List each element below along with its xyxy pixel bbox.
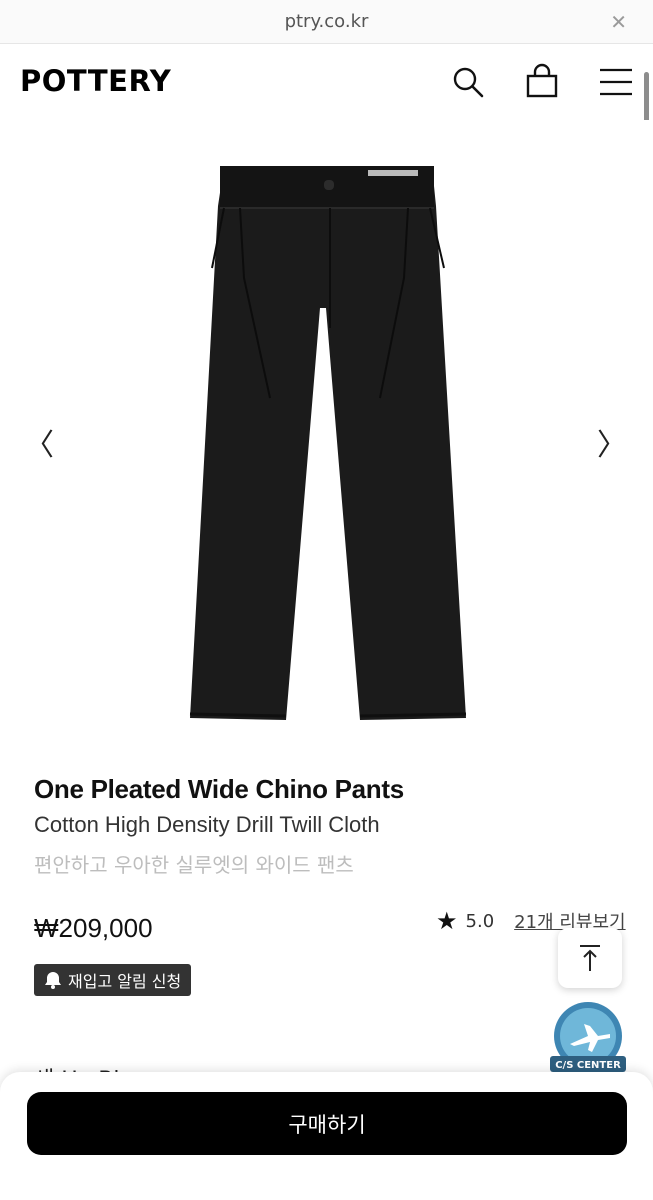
bell-icon — [45, 972, 61, 989]
restock-alert-button[interactable]: 재입고 알림 신청 — [34, 964, 192, 996]
menu-icon[interactable] — [596, 62, 636, 102]
close-icon[interactable]: ✕ — [610, 10, 627, 34]
product-image — [189, 166, 467, 720]
star-icon: ★ — [436, 907, 458, 935]
shopping-bag-icon[interactable] — [522, 62, 562, 102]
bottom-purchase-bar: 구매하기 — [0, 1072, 653, 1200]
restock-label: 재입고 알림 신청 — [68, 972, 182, 991]
cs-center-label: C/S CENTER — [555, 1060, 621, 1071]
cs-center-badge: C/S CENTER — [550, 1002, 626, 1072]
gallery-next-arrow[interactable]: 〉 — [597, 420, 627, 464]
product-price: ₩209,000 — [34, 913, 153, 943]
site-logo[interactable]: POTTERY — [20, 64, 171, 98]
gallery-prev-arrow[interactable]: 〈 — [24, 420, 54, 464]
search-icon[interactable] — [448, 62, 488, 102]
product-subtitle: Cotton High Density Drill Twill Cloth — [34, 812, 380, 837]
site-header: POTTERY — [0, 44, 653, 120]
cs-center-button[interactable]: C/S CENTER — [548, 1000, 628, 1076]
scroll-to-top-button[interactable] — [558, 928, 622, 988]
product-image-gallery[interactable]: 〈 〉 — [0, 120, 653, 760]
product-title: One Pleated Wide Chino Pants — [34, 774, 404, 804]
rating-value: 5.0 — [465, 910, 495, 932]
url-text[interactable]: ptry.co.kr — [0, 11, 653, 32]
browser-url-bar[interactable]: ptry.co.kr ✕ — [0, 0, 653, 44]
buy-button[interactable]: 구매하기 — [27, 1092, 627, 1155]
arrow-up-icon — [580, 945, 600, 971]
product-description: 편안하고 우아한 실루엣의 와이드 팬츠 — [34, 853, 354, 877]
